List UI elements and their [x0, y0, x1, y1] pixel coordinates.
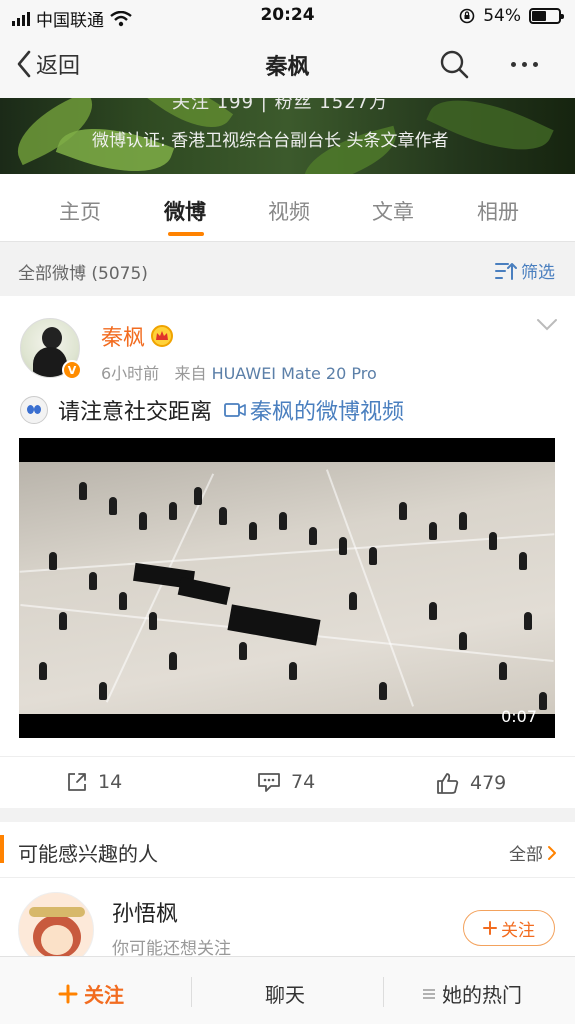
battery-info: 54% [459, 6, 564, 26]
follow-stats[interactable]: 关注 199 | 粉丝 1527万 [172, 98, 388, 114]
crown-icon [151, 325, 174, 347]
comment-button[interactable]: 74 [257, 771, 315, 793]
source-prefix: 来自 [174, 364, 207, 383]
chevron-left-icon [17, 50, 31, 78]
plus-icon [58, 984, 78, 1003]
video-thumbnail [19, 462, 555, 714]
post-actions: 14 74 479 [0, 756, 575, 808]
tab-home[interactable]: 主页 [40, 196, 120, 226]
suggest-title: 可能感兴趣的人 [18, 842, 158, 866]
post-text: 请注意社交距离 [58, 400, 213, 425]
video-player[interactable]: 0:07 [19, 438, 555, 738]
profile-cover: 关注 199 | 粉丝 1527万 微博认证: 香港卫视综合台副台长 头条文章作… [0, 98, 575, 174]
menu-icon [423, 988, 435, 999]
divider [383, 977, 384, 1007]
share-icon [68, 773, 86, 791]
filter-label: 筛选 [521, 263, 555, 283]
suggest-header: 可能感兴趣的人 全部 [0, 822, 575, 878]
post-card[interactable]: V 秦枫 6小时前 来自 HUAWEI Mate 20 Pro 请注意社交距离 … [0, 296, 575, 808]
tab-articles[interactable]: 文章 [353, 196, 433, 226]
tab-album[interactable]: 相册 [458, 196, 538, 226]
profile-tabs: 主页 微博 视频 文章 相册 [0, 174, 575, 242]
follow-suggested-button[interactable]: 关注 [463, 910, 555, 946]
filter-row: 全部微博 (5075) 筛选 [0, 243, 575, 295]
section-accent-bar [0, 835, 4, 863]
like-button[interactable]: 479 [436, 771, 506, 795]
battery-icon [529, 8, 564, 24]
post-content: 请注意社交距离 秦枫的微博视频 [20, 394, 404, 426]
status-bar: 中国联通 20:24 54% [0, 0, 575, 32]
hot-posts-label: 她的热门 [442, 983, 522, 1007]
divider [191, 977, 192, 1007]
hot-posts-button[interactable]: 她的热门 [422, 979, 522, 1008]
verification-text: 微博认证: 香港卫视综合台副台长 头条文章作者 [92, 131, 449, 151]
active-tab-indicator [168, 232, 204, 236]
post-meta: 6小时前 来自 HUAWEI Mate 20 Pro [101, 360, 377, 384]
see-all-label: 全部 [509, 845, 543, 865]
follow-suggested-label: 关注 [501, 920, 535, 941]
video-link-label: 秦枫的微博视频 [250, 400, 405, 425]
chevron-right-icon [548, 845, 556, 860]
video-icon [224, 403, 246, 417]
rotation-lock-icon [459, 8, 475, 24]
surprised-emoji-icon [20, 396, 48, 424]
repost-count: 14 [98, 771, 123, 793]
bottom-action-bar: 关注 聊天 她的热门 [0, 956, 575, 1024]
author-name-row[interactable]: 秦枫 [101, 320, 174, 352]
chevron-down-icon[interactable] [536, 318, 558, 332]
plus-icon [483, 921, 497, 935]
see-all-button[interactable]: 全部 [509, 840, 557, 865]
page-title: 秦枫 [265, 55, 310, 80]
comment-icon [258, 773, 280, 792]
author-name[interactable]: 秦枫 [101, 320, 145, 352]
more-icon[interactable] [511, 62, 538, 67]
thumbs-up-icon [437, 773, 459, 794]
post-time: 6小时前 [101, 364, 160, 383]
chat-label: 聊天 [265, 983, 305, 1007]
filter-button[interactable]: 筛选 [495, 258, 555, 283]
tab-weibo[interactable]: 微博 [145, 196, 225, 226]
comment-count: 74 [291, 771, 316, 793]
video-link[interactable]: 秦枫的微博视频 [224, 394, 404, 426]
repost-button[interactable]: 14 [66, 771, 122, 793]
suggested-user-name[interactable]: 孙悟枫 [112, 896, 178, 928]
post-source[interactable]: HUAWEI Mate 20 Pro [212, 364, 377, 383]
back-button[interactable]: 返回 [16, 48, 80, 80]
nav-bar: 返回 秦枫 [0, 32, 575, 98]
battery-percent: 54% [483, 6, 521, 26]
search-icon[interactable] [438, 48, 470, 80]
verified-icon: V [62, 360, 82, 380]
video-duration: 0:07 [501, 707, 537, 726]
back-label: 返回 [36, 54, 81, 79]
post-count-label: 全部微博 (5075) [18, 264, 148, 284]
follow-label: 关注 [84, 983, 124, 1007]
tab-video[interactable]: 视频 [249, 196, 329, 226]
like-count: 479 [470, 772, 507, 794]
chat-button[interactable]: 聊天 [265, 979, 305, 1008]
filter-icon [495, 262, 517, 280]
follow-button[interactable]: 关注 [58, 979, 124, 1008]
